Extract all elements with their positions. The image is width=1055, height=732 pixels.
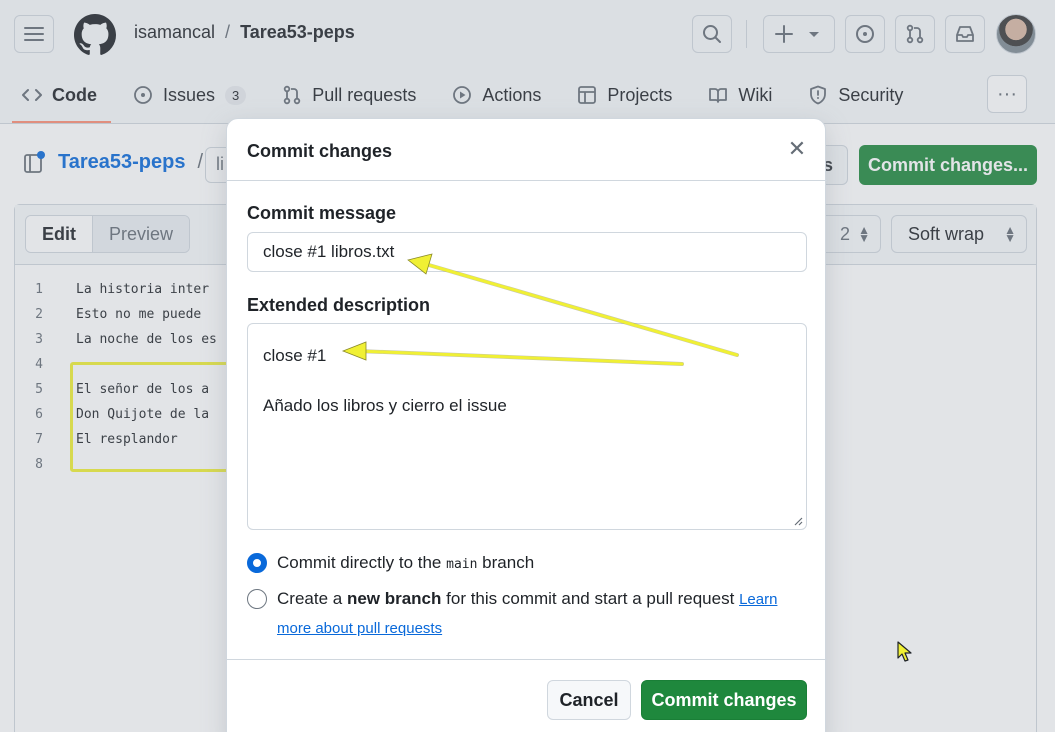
commit-direct-option[interactable]: Commit directly to the main branch	[247, 549, 534, 579]
description-line: close #1	[263, 346, 327, 365]
divider	[227, 180, 827, 181]
learn-more-link[interactable]: more about pull requests	[277, 620, 442, 637]
description-line	[263, 368, 791, 393]
dialog-title: Commit changes	[247, 141, 393, 161]
commit-button[interactable]: Commit changes	[641, 680, 807, 720]
new-branch-option[interactable]: Create a new branch for this commit and …	[247, 585, 807, 643]
resize-handle-icon[interactable]	[793, 516, 803, 526]
close-icon[interactable]: ✕	[783, 135, 811, 163]
divider	[227, 659, 827, 660]
radio-new-branch[interactable]	[247, 589, 267, 609]
option-text: for this commit and start a pull request	[446, 589, 735, 608]
radio-commit-direct[interactable]	[247, 553, 267, 573]
commit-dialog: Commit changes ✕ Commit message close #1…	[226, 118, 827, 732]
option-text-bold: new branch	[346, 589, 442, 608]
branch-name: main	[446, 557, 478, 572]
option-label: Commit directly to the main branch	[277, 549, 534, 579]
option-text: branch	[482, 553, 535, 572]
cancel-button[interactable]: Cancel	[547, 680, 631, 720]
commit-message-input[interactable]: close #1 libros.txt	[247, 232, 807, 272]
commit-message-label: Commit message	[247, 203, 397, 223]
option-text: Commit directly to the	[277, 553, 442, 572]
description-line: Añado los libros y cierro el issue	[263, 396, 507, 415]
extended-description-textarea[interactable]: close #1 Añado los libros y cierro el is…	[247, 323, 807, 530]
option-label: Create a new branch for this commit and …	[277, 585, 777, 643]
mouse-cursor-icon	[897, 641, 912, 662]
option-text: Create a	[277, 589, 343, 608]
extended-description-label: Extended description	[247, 295, 431, 315]
learn-more-link[interactable]: Learn	[739, 591, 777, 608]
